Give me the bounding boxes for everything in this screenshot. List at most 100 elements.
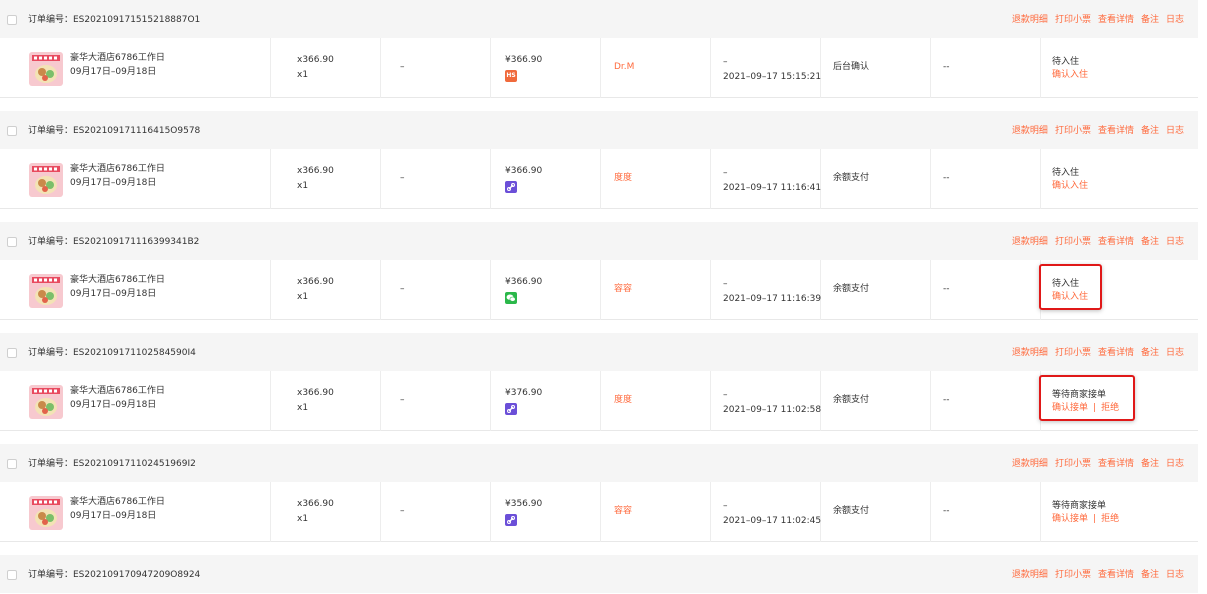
- view-detail-link[interactable]: 查看详情: [1098, 126, 1134, 136]
- pay-method: 余额支付: [833, 284, 870, 294]
- order-header: 订单编号：ES202109171102451969I2 退款明细 打印小票 查看详情备…: [0, 444, 1198, 482]
- order-time: 2021–09–17 11:16:39: [723, 294, 822, 304]
- remark-link[interactable]: 备注: [1141, 348, 1159, 358]
- product-name[interactable]: 豪华大酒店6786工作日: [70, 496, 165, 508]
- buyer-name[interactable]: 度度: [614, 394, 632, 406]
- unit-price: x366.90: [297, 277, 334, 287]
- log-link[interactable]: 日志: [1166, 15, 1184, 25]
- product-name[interactable]: 豪华大酒店6786工作日: [70, 385, 165, 397]
- column-divider: [490, 149, 491, 209]
- highlight-box: [1039, 264, 1102, 310]
- view-detail-link[interactable]: 查看详情: [1098, 348, 1134, 358]
- log-link[interactable]: 日志: [1166, 237, 1184, 247]
- order-actions: 退款明细 打印小票 查看详情 备注 日志: [1005, 236, 1184, 248]
- log-link[interactable]: 日志: [1166, 570, 1184, 580]
- remark-link[interactable]: 备注: [1141, 237, 1159, 247]
- order-checkbox[interactable]: [7, 126, 17, 136]
- print-receipt-link[interactable]: 打印小票: [1055, 459, 1091, 469]
- order-actions: 退款明细 打印小票 查看详情 备注 日志: [1005, 458, 1184, 470]
- column-divider: [600, 38, 601, 98]
- column-divider: [820, 38, 821, 98]
- order-number: 订单编号：ES202109171102451969I2: [28, 459, 196, 469]
- column-divider: [820, 260, 821, 320]
- order-checkbox[interactable]: [7, 459, 17, 469]
- column-divider: [710, 149, 711, 209]
- order-time: 2021–09–17 11:02:45: [723, 516, 822, 526]
- stay-date-range: 09月17日–09月18日: [70, 511, 157, 521]
- confirm-checkin-button[interactable]: 确认入住: [1052, 181, 1088, 191]
- print-receipt-link[interactable]: 打印小票: [1055, 15, 1091, 25]
- unit-price: x366.90: [297, 499, 334, 509]
- column-divider: [710, 482, 711, 542]
- remark-link[interactable]: 备注: [1141, 570, 1159, 580]
- paid-amount: ¥366.90: [505, 166, 543, 176]
- view-detail-link[interactable]: 查看详情: [1098, 15, 1134, 25]
- refund-detail-link[interactable]: 退款明细: [1012, 15, 1048, 25]
- stay-date-range: 09月17日–09月18日: [70, 67, 157, 77]
- view-detail-link[interactable]: 查看详情: [1098, 570, 1134, 580]
- paid-amount: ¥366.90: [505, 55, 543, 65]
- log-link[interactable]: 日志: [1166, 459, 1184, 469]
- product-name[interactable]: 豪华大酒店6786工作日: [70, 274, 165, 286]
- column-divider: [600, 149, 601, 209]
- table-row: 豪华大酒店6786工作日 09月17日–09月18日 x366.90 x1 – ¥366.…: [0, 149, 1198, 209]
- hs-pay-icon: HS: [505, 70, 517, 82]
- column-divider: [710, 38, 711, 98]
- status-actions: 确认接单 | 拒绝: [1052, 513, 1119, 525]
- confirm-accept-button[interactable]: 确认接单: [1052, 514, 1088, 524]
- order-list: 订单编号：ES202109171515218887O1 退款明细 打印小票 查看详情备…: [0, 0, 1207, 594]
- log-link[interactable]: 日志: [1166, 126, 1184, 136]
- print-receipt-link[interactable]: 打印小票: [1055, 237, 1091, 247]
- order-number: 订单编号：ES202109171116415O9578: [28, 126, 201, 136]
- order-checkbox[interactable]: [7, 570, 17, 580]
- order-header: 订单编号：ES202109170947209O8924 退款明细 打印小票 查看详情备…: [0, 555, 1198, 593]
- reject-button[interactable]: 拒绝: [1101, 514, 1119, 524]
- print-receipt-link[interactable]: 打印小票: [1055, 348, 1091, 358]
- column-divider: [380, 482, 381, 542]
- column-divider: [380, 260, 381, 320]
- order-block: 订单编号：ES202109171102451969I2 退款明细 打印小票 查看详情备…: [0, 444, 1198, 542]
- column-divider: [270, 371, 271, 431]
- card-pay-icon: [505, 514, 517, 526]
- column-divider: [270, 482, 271, 542]
- view-detail-link[interactable]: 查看详情: [1098, 237, 1134, 247]
- view-detail-link[interactable]: 查看详情: [1098, 459, 1134, 469]
- buyer-name[interactable]: Dr.M: [614, 61, 634, 73]
- buyer-name[interactable]: 容容: [614, 505, 632, 517]
- column-divider: [820, 371, 821, 431]
- buyer-name[interactable]: 度度: [614, 172, 632, 184]
- quantity: x1: [297, 292, 309, 302]
- column-divider: [820, 149, 821, 209]
- remark-link[interactable]: 备注: [1141, 15, 1159, 25]
- log-link[interactable]: 日志: [1166, 348, 1184, 358]
- column-divider: [270, 260, 271, 320]
- card-pay-icon: [505, 403, 517, 415]
- column-divider: [930, 38, 931, 98]
- print-receipt-link[interactable]: 打印小票: [1055, 126, 1091, 136]
- refund-detail-link[interactable]: 退款明细: [1012, 570, 1048, 580]
- card-pay-icon: [505, 181, 517, 193]
- column-divider: [710, 371, 711, 431]
- column-divider: [380, 371, 381, 431]
- order-checkbox[interactable]: [7, 15, 17, 25]
- remark-link[interactable]: 备注: [1141, 459, 1159, 469]
- product-name[interactable]: 豪华大酒店6786工作日: [70, 163, 165, 175]
- paid-amount: ¥376.90: [505, 388, 543, 398]
- order-actions: 退款明细 打印小票 查看详情 备注 日志: [1005, 14, 1184, 26]
- order-time: 2021–09–17 15:15:21: [723, 72, 822, 82]
- refund-detail-link[interactable]: 退款明细: [1012, 237, 1048, 247]
- order-checkbox[interactable]: [7, 348, 17, 358]
- pay-method: 余额支付: [833, 395, 870, 405]
- refund-detail-link[interactable]: 退款明细: [1012, 126, 1048, 136]
- print-receipt-link[interactable]: 打印小票: [1055, 570, 1091, 580]
- empty-cell: –: [400, 62, 405, 72]
- order-checkbox[interactable]: [7, 237, 17, 247]
- confirm-checkin-button[interactable]: 确认入住: [1052, 70, 1088, 80]
- refund-detail-link[interactable]: 退款明细: [1012, 459, 1048, 469]
- buyer-name[interactable]: 容容: [614, 283, 632, 295]
- product-name[interactable]: 豪华大酒店6786工作日: [70, 52, 165, 64]
- refund-detail-link[interactable]: 退款明细: [1012, 348, 1048, 358]
- remark-link[interactable]: 备注: [1141, 126, 1159, 136]
- column-divider: [930, 482, 931, 542]
- column-divider: [930, 149, 931, 209]
